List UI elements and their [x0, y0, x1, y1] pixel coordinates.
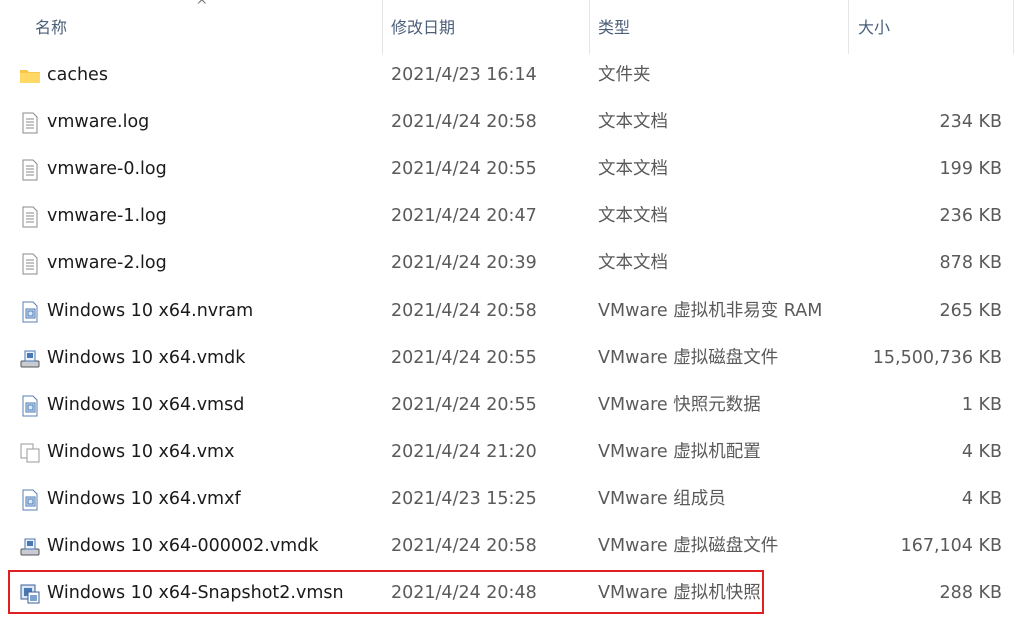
- file-row[interactable]: Windows 10 x64.vmsd 2021/4/24 20:55 VMware…: [0, 382, 1035, 429]
- file-type: VMware 组成员: [598, 488, 726, 509]
- column-header-name[interactable]: 名称: [35, 0, 67, 54]
- column-divider[interactable]: [382, 0, 383, 54]
- file-modified-date: 2021/4/24 20:55: [391, 394, 537, 415]
- file-size: 4 KB: [961, 488, 1002, 509]
- file-name: vmware-2.log: [47, 253, 167, 274]
- file-type: 文本文档: [598, 206, 668, 227]
- file-modified-date: 2021/4/24 21:20: [391, 441, 537, 462]
- column-divider[interactable]: [848, 0, 849, 54]
- column-divider[interactable]: [589, 0, 590, 54]
- column-header-size[interactable]: 大小: [858, 0, 890, 54]
- file-row[interactable]: Windows 10 x64-000002.vmdk 2021/4/24 20:5…: [0, 523, 1035, 570]
- file-row[interactable]: Windows 10 x64.vmdk 2021/4/24 20:55 VMware…: [0, 335, 1035, 382]
- file-name: Windows 10 x64.nvram: [47, 300, 254, 321]
- virtual-disk-icon: [18, 535, 42, 559]
- file-row[interactable]: vmware-2.log 2021/4/24 20:39 文本文档 878 KB: [0, 240, 1035, 287]
- file-modified-date: 2021/4/23 15:25: [391, 488, 537, 509]
- file-name: vmware.log: [47, 112, 150, 133]
- file-size: 878 KB: [939, 253, 1002, 274]
- file-name: vmware-1.log: [47, 206, 167, 227]
- file-modified-date: 2021/4/24 20:55: [391, 347, 537, 368]
- virtual-disk-icon: [18, 347, 42, 371]
- column-header-bar: 名称 ^ 修改日期 类型 大小: [0, 0, 1035, 54]
- file-modified-date: 2021/4/24 20:58: [391, 112, 537, 133]
- text-document-icon: [18, 205, 42, 229]
- vmware-file-icon: [18, 300, 42, 324]
- file-row[interactable]: vmware.log 2021/4/24 20:58 文本文档 234 KB: [0, 99, 1035, 146]
- file-name: Windows 10 x64-Snapshot2.vmsn: [47, 583, 344, 604]
- file-type: VMware 快照元数据: [598, 394, 761, 415]
- file-name: Windows 10 x64.vmxf: [47, 488, 241, 509]
- file-type: 文本文档: [598, 253, 668, 274]
- text-document-icon: [18, 252, 42, 276]
- file-modified-date: 2021/4/24 20:39: [391, 253, 537, 274]
- text-document-icon: [18, 111, 42, 135]
- file-type: 文本文档: [598, 159, 668, 180]
- file-row[interactable]: Windows 10 x64-Snapshot2.vmsn 2021/4/24 2…: [0, 570, 1035, 617]
- file-size: 1 KB: [961, 394, 1002, 415]
- file-modified-date: 2021/4/24 20:48: [391, 583, 537, 604]
- folder-icon: [18, 64, 42, 88]
- vmware-file-icon: [18, 394, 42, 418]
- file-type: VMware 虚拟机快照: [598, 583, 761, 604]
- snapshot-icon: [18, 582, 42, 606]
- file-name: Windows 10 x64.vmdk: [47, 347, 246, 368]
- file-size: 265 KB: [939, 300, 1002, 321]
- text-document-icon: [18, 158, 42, 182]
- file-modified-date: 2021/4/23 16:14: [391, 65, 537, 85]
- file-row[interactable]: Windows 10 x64.nvram 2021/4/24 20:58 VMwar…: [0, 288, 1035, 335]
- vmware-file-icon: [18, 488, 42, 512]
- file-size: 236 KB: [939, 206, 1002, 227]
- file-row[interactable]: Windows 10 x64.vmxf 2021/4/23 15:25 VMware…: [0, 476, 1035, 523]
- file-modified-date: 2021/4/24 20:47: [391, 206, 537, 227]
- file-name: Windows 10 x64.vmsd: [47, 394, 245, 415]
- file-name: caches: [47, 65, 108, 85]
- file-type: 文件夹: [598, 65, 651, 85]
- file-modified-date: 2021/4/24 20:58: [391, 536, 537, 556]
- file-type: VMware 虚拟磁盘文件: [598, 536, 779, 556]
- sort-ascending-icon: ^: [196, 0, 208, 14]
- file-type: VMware 虚拟磁盘文件: [598, 347, 779, 368]
- column-header-type[interactable]: 类型: [598, 0, 630, 54]
- file-size: 234 KB: [939, 112, 1002, 133]
- vm-config-icon: [18, 441, 42, 465]
- file-size: 288 KB: [939, 583, 1002, 604]
- file-modified-date: 2021/4/24 20:55: [391, 159, 537, 180]
- file-type: VMware 虚拟机配置: [598, 441, 761, 462]
- file-size: 4 KB: [961, 441, 1002, 462]
- file-size: 199 KB: [939, 159, 1002, 180]
- column-header-date[interactable]: 修改日期: [391, 0, 455, 54]
- file-modified-date: 2021/4/24 20:58: [391, 300, 537, 321]
- file-size: 15,500,736 KB: [872, 347, 1002, 368]
- file-name: Windows 10 x64.vmx: [47, 441, 235, 462]
- file-type: 文本文档: [598, 112, 668, 133]
- column-divider[interactable]: [1013, 0, 1014, 54]
- file-name: vmware-0.log: [47, 159, 167, 180]
- file-row[interactable]: Windows 10 x64.vmx 2021/4/24 21:20 VMware …: [0, 429, 1035, 476]
- file-size: 167,104 KB: [900, 536, 1002, 556]
- file-name: Windows 10 x64-000002.vmdk: [47, 536, 319, 556]
- file-row[interactable]: caches 2021/4/23 16:14 文件夹: [0, 52, 1035, 99]
- file-type: VMware 虚拟机非易变 RAM: [598, 300, 823, 321]
- file-row[interactable]: vmware-0.log 2021/4/24 20:55 文本文档 199 KB: [0, 146, 1035, 193]
- file-row[interactable]: vmware-1.log 2021/4/24 20:47 文本文档 236 KB: [0, 193, 1035, 240]
